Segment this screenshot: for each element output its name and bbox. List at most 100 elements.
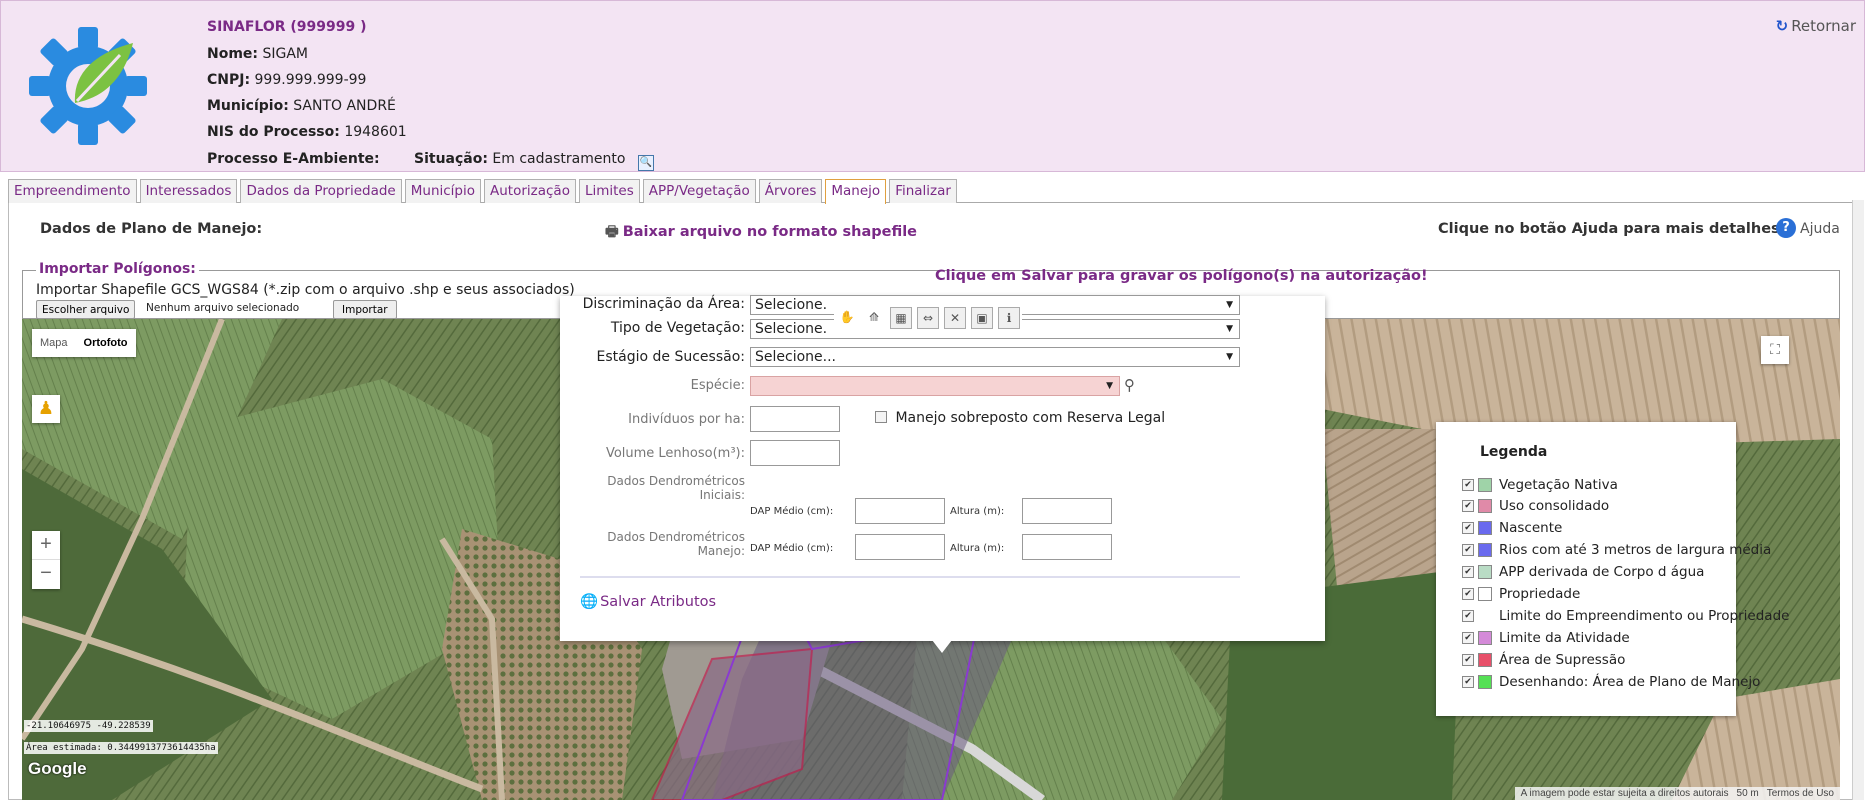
legend-swatch <box>1478 631 1492 645</box>
checkbox-icon[interactable]: ✔ <box>1462 610 1474 622</box>
legend-item[interactable]: ✔ Uso consolidado <box>1462 498 1609 514</box>
reserva-legal-checkbox[interactable] <box>875 411 887 423</box>
processo-line: Processo E-Ambiente: <box>207 151 380 167</box>
altura-manejo-input[interactable] <box>1022 534 1112 560</box>
dropdown-arrow-icon: ▼ <box>1226 352 1233 362</box>
estagio-label: Estágio de Sucessão: <box>596 349 745 365</box>
checkbox-icon[interactable]: ✔ <box>1462 654 1474 666</box>
zoom-control: + − <box>32 531 60 589</box>
checkbox-icon[interactable]: ✔ <box>1462 632 1474 644</box>
map-type-mapa[interactable]: Mapa <box>32 329 76 357</box>
checkbox-icon[interactable]: ✔ <box>1462 588 1474 600</box>
legend-label: Limite da Atividade <box>1499 630 1630 646</box>
discriminacao-label: Discriminação da Área: <box>582 296 745 312</box>
tab-limites[interactable]: Limites <box>578 179 640 203</box>
help-icon[interactable]: ? <box>1776 218 1796 238</box>
tab-app-vegetacao[interactable]: APP/Vegetação <box>642 179 756 203</box>
tab-manejo[interactable]: Manejo <box>825 179 887 204</box>
baixar-label: Baixar arquivo no formato shapefile <box>622 224 918 240</box>
system-title: SINAFLOR (999999 ) <box>207 19 367 35</box>
legend-item[interactable]: ✔ Limite da Atividade <box>1462 630 1630 646</box>
choose-file-button[interactable]: Escolher arquivo <box>36 300 136 319</box>
baixar-shapefile-link[interactable]: 🖶 Baixar arquivo no formato shapefile <box>605 221 917 246</box>
tipo-vegetacao-label: Tipo de Vegetação: <box>610 320 745 336</box>
save-message: Clique em Salvar para gravar os polígono… <box>935 268 1428 284</box>
map-type-ortofoto[interactable]: Ortofoto <box>76 329 136 357</box>
altura-iniciais-input[interactable] <box>1022 498 1112 524</box>
nome-line: Nome: SIGAM <box>207 46 308 62</box>
especie-select[interactable]: ▼ <box>750 376 1120 396</box>
legend-item[interactable]: ✔ Nascente <box>1462 520 1562 536</box>
ajuda-link[interactable]: Ajuda <box>1800 221 1840 237</box>
individuos-input[interactable] <box>750 406 840 432</box>
sinaflor-logo <box>29 27 147 145</box>
situacao-value: Em cadastramento <box>492 151 626 167</box>
legend-label: Uso consolidado <box>1499 498 1610 514</box>
page-scrollbar[interactable] <box>1852 200 1864 800</box>
checkbox-icon[interactable]: ✔ <box>1462 500 1474 512</box>
edit-polygon-icon[interactable]: ▦ <box>890 307 912 329</box>
legend-item[interactable]: ✔ Área de Supressão <box>1462 652 1625 668</box>
import-legend: Importar Polígonos: <box>36 261 199 277</box>
tab-autorizacao[interactable]: Autorização <box>484 179 576 203</box>
popup-pointer <box>932 640 952 653</box>
checkbox-icon[interactable]: ✔ <box>1462 566 1474 578</box>
legend-item[interactable]: ✔ Limite do Empreendimento ou Propriedade <box>1462 608 1789 624</box>
import-button[interactable]: Importar <box>333 300 397 319</box>
document-icon[interactable]: 🔍 <box>637 155 654 171</box>
dap-iniciais-input[interactable] <box>855 498 945 524</box>
legend-item[interactable]: ✔ Desenhando: Área de Plano de Manejo <box>1462 674 1760 690</box>
estagio-select[interactable]: Selecione... ▼ <box>750 347 1240 367</box>
situacao-label: Situação: <box>414 151 488 167</box>
printer-icon: 🖶 <box>605 224 619 240</box>
fullscreen-icon[interactable]: ⛶ <box>1761 336 1789 364</box>
zoom-in-button[interactable]: + <box>32 531 60 560</box>
legend-item[interactable]: ✔ APP derivada de Corpo d água <box>1462 564 1704 580</box>
pan-hand-icon[interactable]: ✋ <box>836 307 858 329</box>
tab-interessados[interactable]: Interessados <box>139 179 238 203</box>
tab-finalizar[interactable]: Finalizar <box>889 179 957 203</box>
binoculars-icon[interactable]: ⚲ <box>1124 376 1135 394</box>
retornar-label: Retornar <box>1791 17 1856 35</box>
salvar-atributos-link[interactable]: 🌐 Salvar Atributos <box>580 593 716 610</box>
dropdown-arrow-icon: ▼ <box>1106 381 1113 391</box>
dap-manejo-input[interactable] <box>855 534 945 560</box>
legend-label: Limite do Empreendimento ou Propriedade <box>1499 608 1790 624</box>
tipo-vegetacao-value: Selecione. <box>755 321 828 337</box>
estagio-value: Selecione... <box>755 349 836 365</box>
info-icon[interactable]: ℹ <box>998 307 1020 329</box>
dendro-iniciais-label: Dados Dendrométricos Iniciais: <box>607 474 745 502</box>
terms-link[interactable]: Termos de Uso <box>1767 788 1834 799</box>
altura-iniciais-label: Altura (m): <box>950 506 1005 517</box>
processo-label: Processo E-Ambiente: <box>207 151 380 167</box>
legend-label: Desenhando: Área de Plano de Manejo <box>1499 674 1761 690</box>
legend-label: Propriedade <box>1499 586 1581 602</box>
drawing-toolbar: ✋ ⟰ ▦ ⇔ ✕ ▣ ℹ <box>834 305 1022 331</box>
cnpj-line: CNPJ: 999.999.999-99 <box>207 72 366 88</box>
legend-item[interactable]: ✔ Rios com até 3 metros de largura média <box>1462 542 1771 558</box>
measure-icon[interactable]: ⇔ <box>917 307 939 329</box>
checkbox-icon[interactable]: ✔ <box>1462 544 1474 556</box>
cnpj-value: 999.999.999-99 <box>254 72 367 88</box>
volume-input[interactable] <box>750 440 840 466</box>
legend-swatch <box>1478 478 1492 492</box>
legend-item[interactable]: ✔ Vegetação Nativa <box>1462 477 1618 493</box>
checkbox-icon[interactable]: ✔ <box>1462 522 1474 534</box>
draw-polygon-icon[interactable]: ⟰ <box>863 307 885 329</box>
street-view-pegman-icon[interactable]: ♟ <box>32 395 60 423</box>
reserva-legal-row[interactable]: Manejo sobreposto com Reserva Legal <box>875 410 1165 426</box>
import-description: Importar Shapefile GCS_WGS84 (*.zip com … <box>36 282 575 298</box>
legend-swatch <box>1478 499 1492 513</box>
tab-empreendimento[interactable]: Empreendimento <box>8 179 137 203</box>
legend-item[interactable]: ✔ Propriedade <box>1462 586 1580 602</box>
save-disk-icon[interactable]: ▣ <box>971 307 993 329</box>
globe-save-icon: 🌐 <box>580 594 599 610</box>
tab-dados-propriedade[interactable]: Dados da Propriedade <box>240 179 402 203</box>
retornar-link[interactable]: ↻ Retornar <box>1776 17 1856 35</box>
zoom-out-button[interactable]: − <box>32 560 60 589</box>
checkbox-icon[interactable]: ✔ <box>1462 676 1474 688</box>
tab-arvores[interactable]: Árvores <box>758 179 823 203</box>
delete-icon[interactable]: ✕ <box>944 307 966 329</box>
tab-municipio[interactable]: Município <box>404 179 481 203</box>
checkbox-icon[interactable]: ✔ <box>1462 479 1474 491</box>
